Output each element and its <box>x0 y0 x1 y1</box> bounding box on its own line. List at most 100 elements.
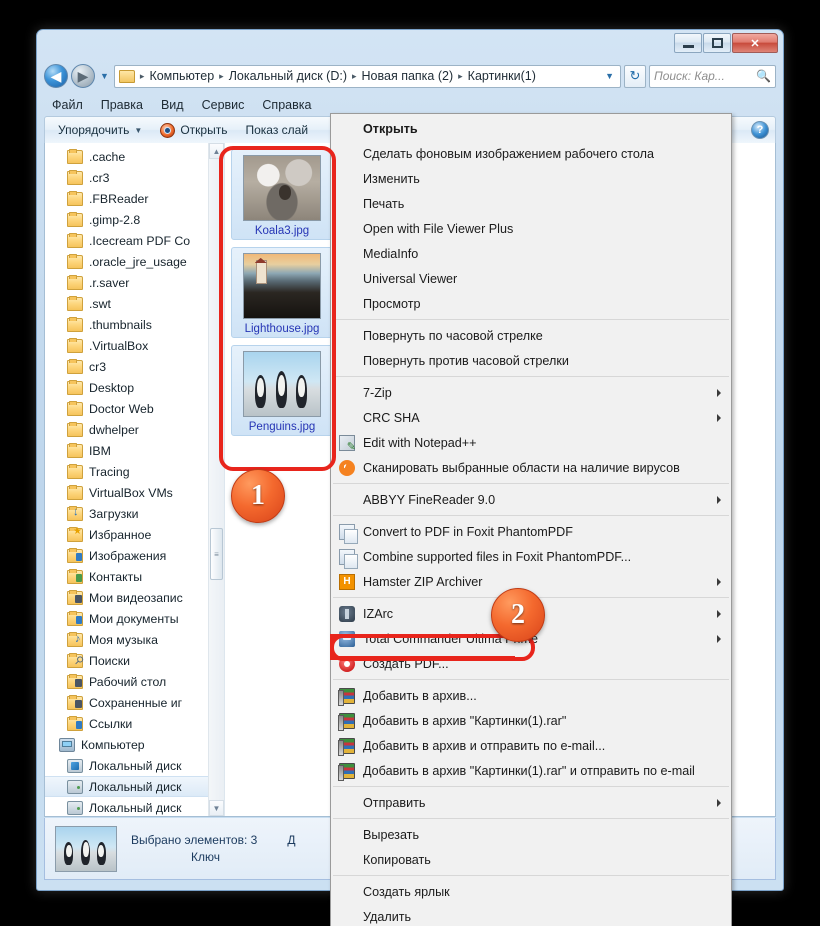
context-menu-item[interactable]: Сделать фоновым изображением рабочего ст… <box>331 141 731 166</box>
menu-tools[interactable]: Сервис <box>194 96 253 114</box>
tree-item[interactable]: .gimp-2.8 <box>45 209 224 230</box>
context-menu-item[interactable]: Combine supported files in Foxit Phantom… <box>331 544 731 569</box>
callout-badge-2: 2 <box>491 588 545 642</box>
scroll-down-button[interactable]: ▼ <box>209 800 224 816</box>
tree-item[interactable]: .cache <box>45 146 224 167</box>
tree-item[interactable]: Избранное <box>45 524 224 545</box>
scroll-up-button[interactable]: ▲ <box>209 143 224 159</box>
context-menu-item[interactable]: Добавить в архив и отправить по e-mail..… <box>331 733 731 758</box>
tree-item[interactable]: Локальный диск <box>45 776 224 797</box>
organize-button[interactable]: Упорядочить ▼ <box>51 121 149 139</box>
context-menu-item[interactable]: H Hamster ZIP Archiver <box>331 569 731 594</box>
tree-item[interactable]: Изображения <box>45 545 224 566</box>
forward-button[interactable]: ▶ <box>71 64 95 88</box>
recent-pages-dropdown-icon[interactable]: ▼ <box>98 71 111 81</box>
file-item-koala[interactable]: Koala3.jpg <box>231 149 333 240</box>
tree-item[interactable]: .r.saver <box>45 272 224 293</box>
context-menu-item[interactable]: Изменить <box>331 166 731 191</box>
close-button[interactable]: ✕ <box>732 33 778 53</box>
scrollbar-thumb[interactable]: ≡ <box>210 528 223 580</box>
tree-item[interactable]: Моя музыка <box>45 629 224 650</box>
context-menu-item[interactable]: Convert to PDF in Foxit PhantomPDF <box>331 519 731 544</box>
folder-icon <box>67 442 83 458</box>
notepadpp-icon <box>339 434 356 453</box>
tree-item[interactable]: .thumbnails <box>45 314 224 335</box>
context-menu-item[interactable]: Открыть <box>331 116 731 141</box>
navigation-scrollbar[interactable]: ▲ ≡ ▼ <box>208 143 224 816</box>
context-menu-item[interactable]: Отправить <box>331 790 731 815</box>
context-menu-item-label: Сделать фоновым изображением рабочего ст… <box>363 146 654 161</box>
context-menu-item[interactable]: Удалить <box>331 904 731 926</box>
context-menu-item[interactable]: Сканировать выбранные области на наличие… <box>331 455 731 480</box>
breadcrumb-pictures[interactable]: Картинки(1) <box>466 69 538 83</box>
tree-item[interactable]: Рабочий стол <box>45 671 224 692</box>
slideshow-button[interactable]: Показ слай <box>238 121 315 139</box>
context-menu-item[interactable]: Повернуть против часовой стрелки <box>331 348 731 373</box>
context-menu-item[interactable]: Universal Viewer <box>331 266 731 291</box>
context-menu-item[interactable]: Вырезать <box>331 822 731 847</box>
context-menu-item[interactable]: 7-Zip <box>331 380 731 405</box>
context-menu-item[interactable]: Добавить в архив "Картинки(1).rar" и отп… <box>331 758 731 783</box>
tree-item[interactable]: Мои видеозапис <box>45 587 224 608</box>
tree-item[interactable]: Сохраненные иг <box>45 692 224 713</box>
address-dropdown-icon[interactable]: ▼ <box>605 71 617 81</box>
address-bar[interactable]: ▸ Компьютер ▸ Локальный диск (D:) ▸ Нова… <box>113 64 621 88</box>
menu-edit[interactable]: Правка <box>93 96 151 114</box>
tree-item[interactable]: .FBReader <box>45 188 224 209</box>
context-menu[interactable]: Открыть Сделать фоновым изображением рабо… <box>330 113 732 926</box>
tree-item[interactable]: IBM <box>45 440 224 461</box>
menu-help[interactable]: Справка <box>254 96 319 114</box>
tree-item[interactable]: Локальный диск <box>45 755 224 776</box>
context-menu-item[interactable]: Копировать <box>331 847 731 872</box>
context-menu-item[interactable]: MediaInfo <box>331 241 731 266</box>
tree-item[interactable]: dwhelper <box>45 419 224 440</box>
context-menu-item[interactable]: Добавить в архив... <box>331 683 731 708</box>
folder-icon <box>67 295 83 311</box>
refresh-button[interactable]: ↻ <box>624 64 646 88</box>
back-button[interactable]: ◀ <box>44 64 68 88</box>
tree-item[interactable]: cr3 <box>45 356 224 377</box>
minimize-button[interactable] <box>674 33 702 53</box>
help-button[interactable]: ? <box>751 121 769 139</box>
search-input[interactable]: Поиск: Кар... 🔍 <box>649 64 776 88</box>
context-menu-item[interactable]: Создать ярлык <box>331 879 731 904</box>
date-label: Д <box>287 833 296 847</box>
file-item-lighthouse[interactable]: Lighthouse.jpg <box>231 247 333 338</box>
context-menu-item[interactable]: Просмотр <box>331 291 731 316</box>
open-button[interactable]: Открыть <box>153 121 234 140</box>
tree-item[interactable]: VirtualBox VMs <box>45 482 224 503</box>
menu-file[interactable]: Файл <box>44 96 91 114</box>
context-menu-item[interactable]: ABBYY FineReader 9.0 <box>331 487 731 512</box>
tree-item[interactable]: Локальный диск <box>45 797 224 816</box>
tree-item[interactable]: .cr3 <box>45 167 224 188</box>
file-item-penguins[interactable]: Penguins.jpg <box>231 345 333 436</box>
menu-view[interactable]: Вид <box>153 96 192 114</box>
tree-item[interactable]: Doctor Web <box>45 398 224 419</box>
context-menu-item[interactable]: Edit with Notepad++ <box>331 430 731 455</box>
tree-item[interactable]: Tracing <box>45 461 224 482</box>
tree-item[interactable]: .oracle_jre_usage <box>45 251 224 272</box>
title-bar[interactable]: ✕ <box>37 30 783 58</box>
tree-item[interactable]: Компьютер <box>45 734 224 755</box>
navigation-pane[interactable]: .cache .cr3 .FBReader .gimp-2.8 .Icecream PD… <box>45 143 225 816</box>
tree-item[interactable]: Ссылки <box>45 713 224 734</box>
tree-item[interactable]: Контакты <box>45 566 224 587</box>
breadcrumb-local-disk[interactable]: Локальный диск (D:) <box>227 69 349 83</box>
tree-item[interactable]: Загрузки <box>45 503 224 524</box>
maximize-button[interactable] <box>703 33 731 53</box>
context-menu-item[interactable]: Добавить в архив "Картинки(1).rar" <box>331 708 731 733</box>
context-menu-item[interactable]: CRC SHA <box>331 405 731 430</box>
tree-item[interactable]: Desktop <box>45 377 224 398</box>
tree-item[interactable]: .VirtualBox <box>45 335 224 356</box>
context-menu-item[interactable]: Создать PDF... <box>331 651 731 676</box>
tree-item[interactable]: Поиски <box>45 650 224 671</box>
breadcrumb-new-folder[interactable]: Новая папка (2) <box>360 69 456 83</box>
context-menu-item[interactable]: Печать <box>331 191 731 216</box>
menu-separator <box>333 319 729 320</box>
tree-item[interactable]: .Icecream PDF Co <box>45 230 224 251</box>
tree-item[interactable]: .swt <box>45 293 224 314</box>
context-menu-item[interactable]: Open with File Viewer Plus <box>331 216 731 241</box>
tree-item[interactable]: Мои документы <box>45 608 224 629</box>
breadcrumb-computer[interactable]: Компьютер <box>147 69 216 83</box>
context-menu-item[interactable]: Повернуть по часовой стрелке <box>331 323 731 348</box>
